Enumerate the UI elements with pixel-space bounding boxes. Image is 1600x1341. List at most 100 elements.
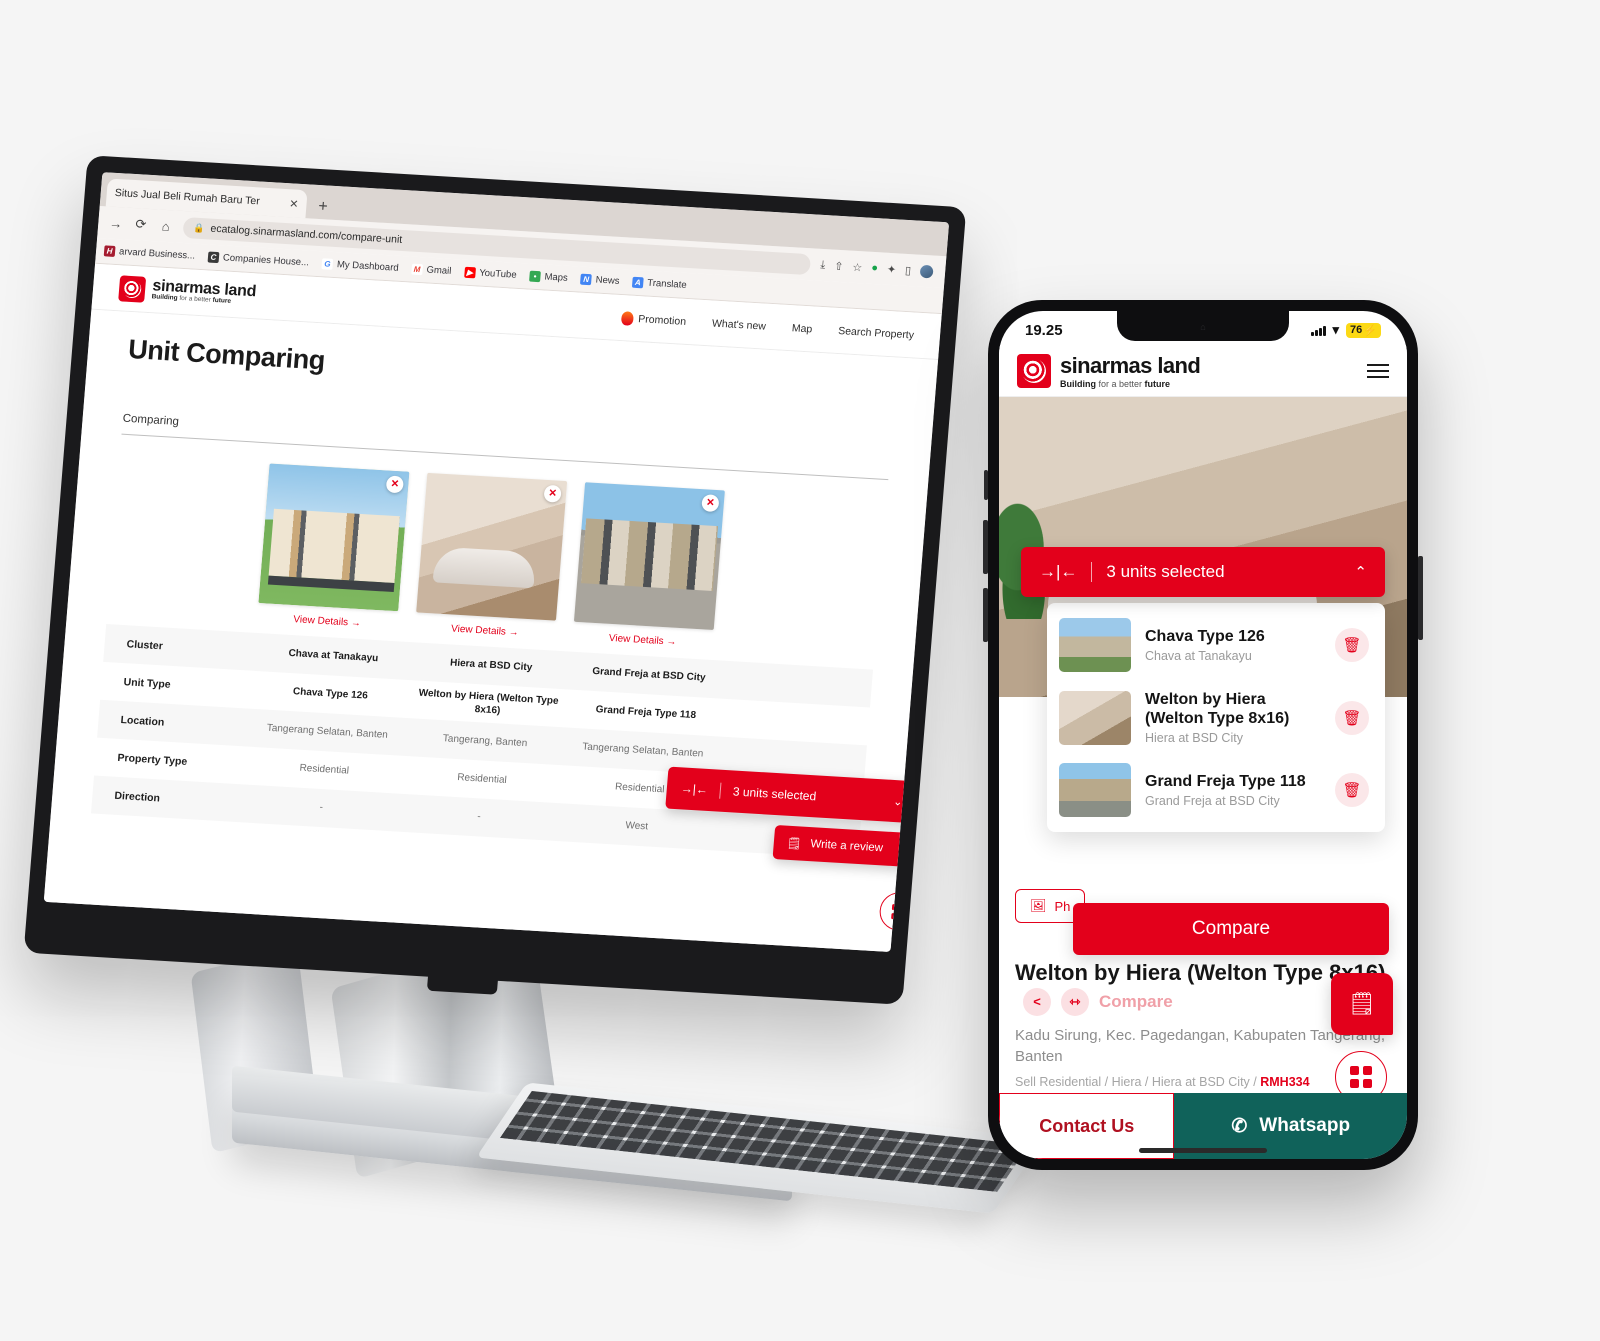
unit-photo[interactable]: ✕ (573, 482, 725, 631)
unit-cluster: Chava at Tanakayu (1145, 649, 1252, 664)
translate-icon: A (631, 276, 644, 289)
trash-icon[interactable]: 🗑 (1335, 773, 1369, 808)
hamburger-menu-icon[interactable] (1367, 363, 1389, 378)
unit-thumbnail (1059, 618, 1131, 672)
trash-icon[interactable]: 🗑 (1335, 700, 1369, 735)
bookmark-label: Maps (544, 271, 569, 284)
nav-item-whats-new[interactable]: What's new (712, 317, 767, 332)
star-icon[interactable]: ☆ (852, 260, 863, 274)
bookmark-item[interactable]: G My Dashboard (321, 258, 399, 274)
compare-card: ✕ View Details → (572, 482, 725, 650)
table-cell: West (624, 820, 649, 833)
home-icon[interactable]: ⌂ (158, 218, 174, 234)
units-selected-bar[interactable]: →|← 3 units selected ⌃ (1021, 547, 1385, 597)
comparison-table: Cluster Chava at Tanakayu Hiera at BSD C… (90, 624, 874, 859)
volume-down-button[interactable] (983, 588, 988, 642)
mute-switch[interactable] (984, 470, 988, 500)
lock-icon: 🔒 (192, 222, 205, 233)
list-item[interactable]: Welton by Hiera (Welton Type 8x16) Hiera… (1047, 681, 1385, 754)
row-label: Cluster (126, 638, 164, 653)
table-cell: Residential (299, 762, 350, 777)
mobile-logo-text[interactable]: sinarmas land Building for a better futu… (1060, 353, 1201, 389)
phone-screen: ⌂ 19.25 ▾ 76 ⚡ sinarmas land Building for… (999, 311, 1407, 1159)
harvard-icon: H (103, 245, 116, 257)
bookmark-item[interactable]: ▶ YouTube (463, 266, 517, 281)
avatar[interactable] (919, 264, 934, 278)
site-logo-text: sinarmas land Building for a better futu… (151, 277, 256, 308)
unit-photo[interactable]: ✕ (416, 472, 568, 621)
compare-arrows-icon[interactable]: ⇿ (1061, 988, 1089, 1017)
bookmark-label: My Dashboard (336, 259, 400, 274)
remove-unit-icon[interactable]: ✕ (701, 494, 720, 513)
nav-item-promotion[interactable]: Promotion (620, 310, 687, 329)
bookmark-label: News (595, 274, 620, 287)
bookmark-label: Companies House... (222, 252, 310, 269)
table-cell: Welton by Hiera (Welton Type 8x16) (418, 687, 559, 717)
compare-card: ✕ View Details → (257, 463, 410, 631)
bookmark-item[interactable]: M Gmail (411, 263, 452, 277)
power-button[interactable] (1418, 556, 1423, 640)
sinarmas-logo-icon (1017, 353, 1051, 388)
table-cell: Tangerang, Banten (442, 733, 528, 750)
wifi-icon: ▾ (1332, 322, 1340, 337)
compare-button[interactable]: Compare (1073, 903, 1389, 955)
unit-name: Chava Type 126 (1145, 627, 1265, 645)
trash-icon[interactable]: 🗑 (1335, 628, 1369, 662)
site-logo[interactable]: sinarmas land Building for a better futu… (118, 274, 257, 309)
list-item[interactable]: Grand Freja Type 118 Grand Freja at BSD … (1047, 754, 1385, 826)
compare-arrows-icon: →|← (1039, 562, 1078, 581)
table-cell: Residential (456, 772, 508, 787)
divider (1091, 562, 1093, 582)
share-icon[interactable]: < (1023, 988, 1051, 1017)
forward-icon[interactable]: → (108, 215, 124, 231)
extension-green-icon[interactable]: ● (871, 262, 879, 274)
table-cell: Chava Type 126 (292, 686, 369, 702)
unit-photo[interactable]: ✕ (258, 463, 410, 612)
download-icon[interactable]: ⤓ (820, 258, 826, 271)
chevron-up-icon[interactable]: ⌃ (1354, 563, 1367, 581)
remove-unit-icon[interactable]: ✕ (543, 484, 562, 503)
table-cell: Tangerang Selatan, Banten (266, 722, 389, 742)
close-icon[interactable]: ✕ (289, 197, 299, 211)
unit-cluster: Grand Freja at BSD City (1145, 794, 1280, 809)
grid-apps-icon (890, 903, 907, 920)
nav-item-map[interactable]: Map (791, 322, 812, 335)
divider (719, 782, 722, 799)
volume-up-button[interactable] (983, 520, 988, 574)
unit-thumbnail (1059, 763, 1131, 818)
row-label: Property Type (117, 751, 188, 769)
bookmark-item[interactable]: C Companies House... (207, 251, 310, 269)
reload-icon[interactable]: ⟳ (133, 216, 149, 233)
unit-cluster: Hiera at BSD City (1145, 731, 1243, 746)
status-indicators: ▾ 76 ⚡ (1311, 322, 1381, 338)
chevron-down-icon[interactable]: ⌄ (893, 794, 903, 808)
bookmark-item[interactable]: N News (580, 273, 620, 287)
screenshot-scene: Situs Jual Beli Rumah Baru Ter ✕ + → ⟳ ⌂… (0, 0, 1600, 1341)
bookmark-item[interactable]: A Translate (631, 276, 687, 291)
breadcrumb-path: Sell Residential / Hiera / Hiera at BSD … (1015, 1074, 1261, 1089)
photo-button-label: Ph (1054, 898, 1071, 914)
puzzle-icon[interactable]: ✦ (886, 262, 896, 276)
compare-link-label[interactable]: Compare (1099, 991, 1173, 1013)
view-details-link[interactable]: View Details → (572, 631, 713, 650)
write-review-fab[interactable]: 🗒 (1331, 973, 1393, 1035)
sinarmas-logo-icon (118, 274, 147, 303)
view-details-link[interactable]: View Details → (415, 621, 556, 640)
table-cell: - (319, 802, 324, 814)
list-item[interactable]: Chava Type 126 Chava at Tanakayu 🗑 (1047, 609, 1385, 681)
bookmark-item[interactable]: Harvard Business... (103, 245, 195, 262)
logo-tagline: Building for a better future (1060, 378, 1171, 389)
status-bar: 19.25 ▾ 76 ⚡ (999, 311, 1407, 345)
remove-unit-icon[interactable]: ✕ (385, 475, 405, 494)
sidepanel-icon[interactable]: ▯ (905, 263, 912, 276)
nav-item-search-property[interactable]: Search Property (838, 324, 915, 340)
write-review-label: Write a review (809, 838, 884, 855)
bookmark-item[interactable]: • Maps (529, 270, 569, 284)
view-details-link[interactable]: View Details → (257, 612, 398, 631)
bookmark-label: Gmail (426, 264, 452, 277)
table-cell: Grand Freja Type 118 (595, 704, 697, 722)
selected-units-panel: Chava Type 126 Chava at Tanakayu 🗑 Welto… (1047, 603, 1385, 833)
mobile-header: sinarmas land Building for a better futu… (999, 345, 1407, 397)
share-icon[interactable]: ⇧ (834, 259, 844, 273)
new-tab-button[interactable]: + (318, 198, 329, 216)
